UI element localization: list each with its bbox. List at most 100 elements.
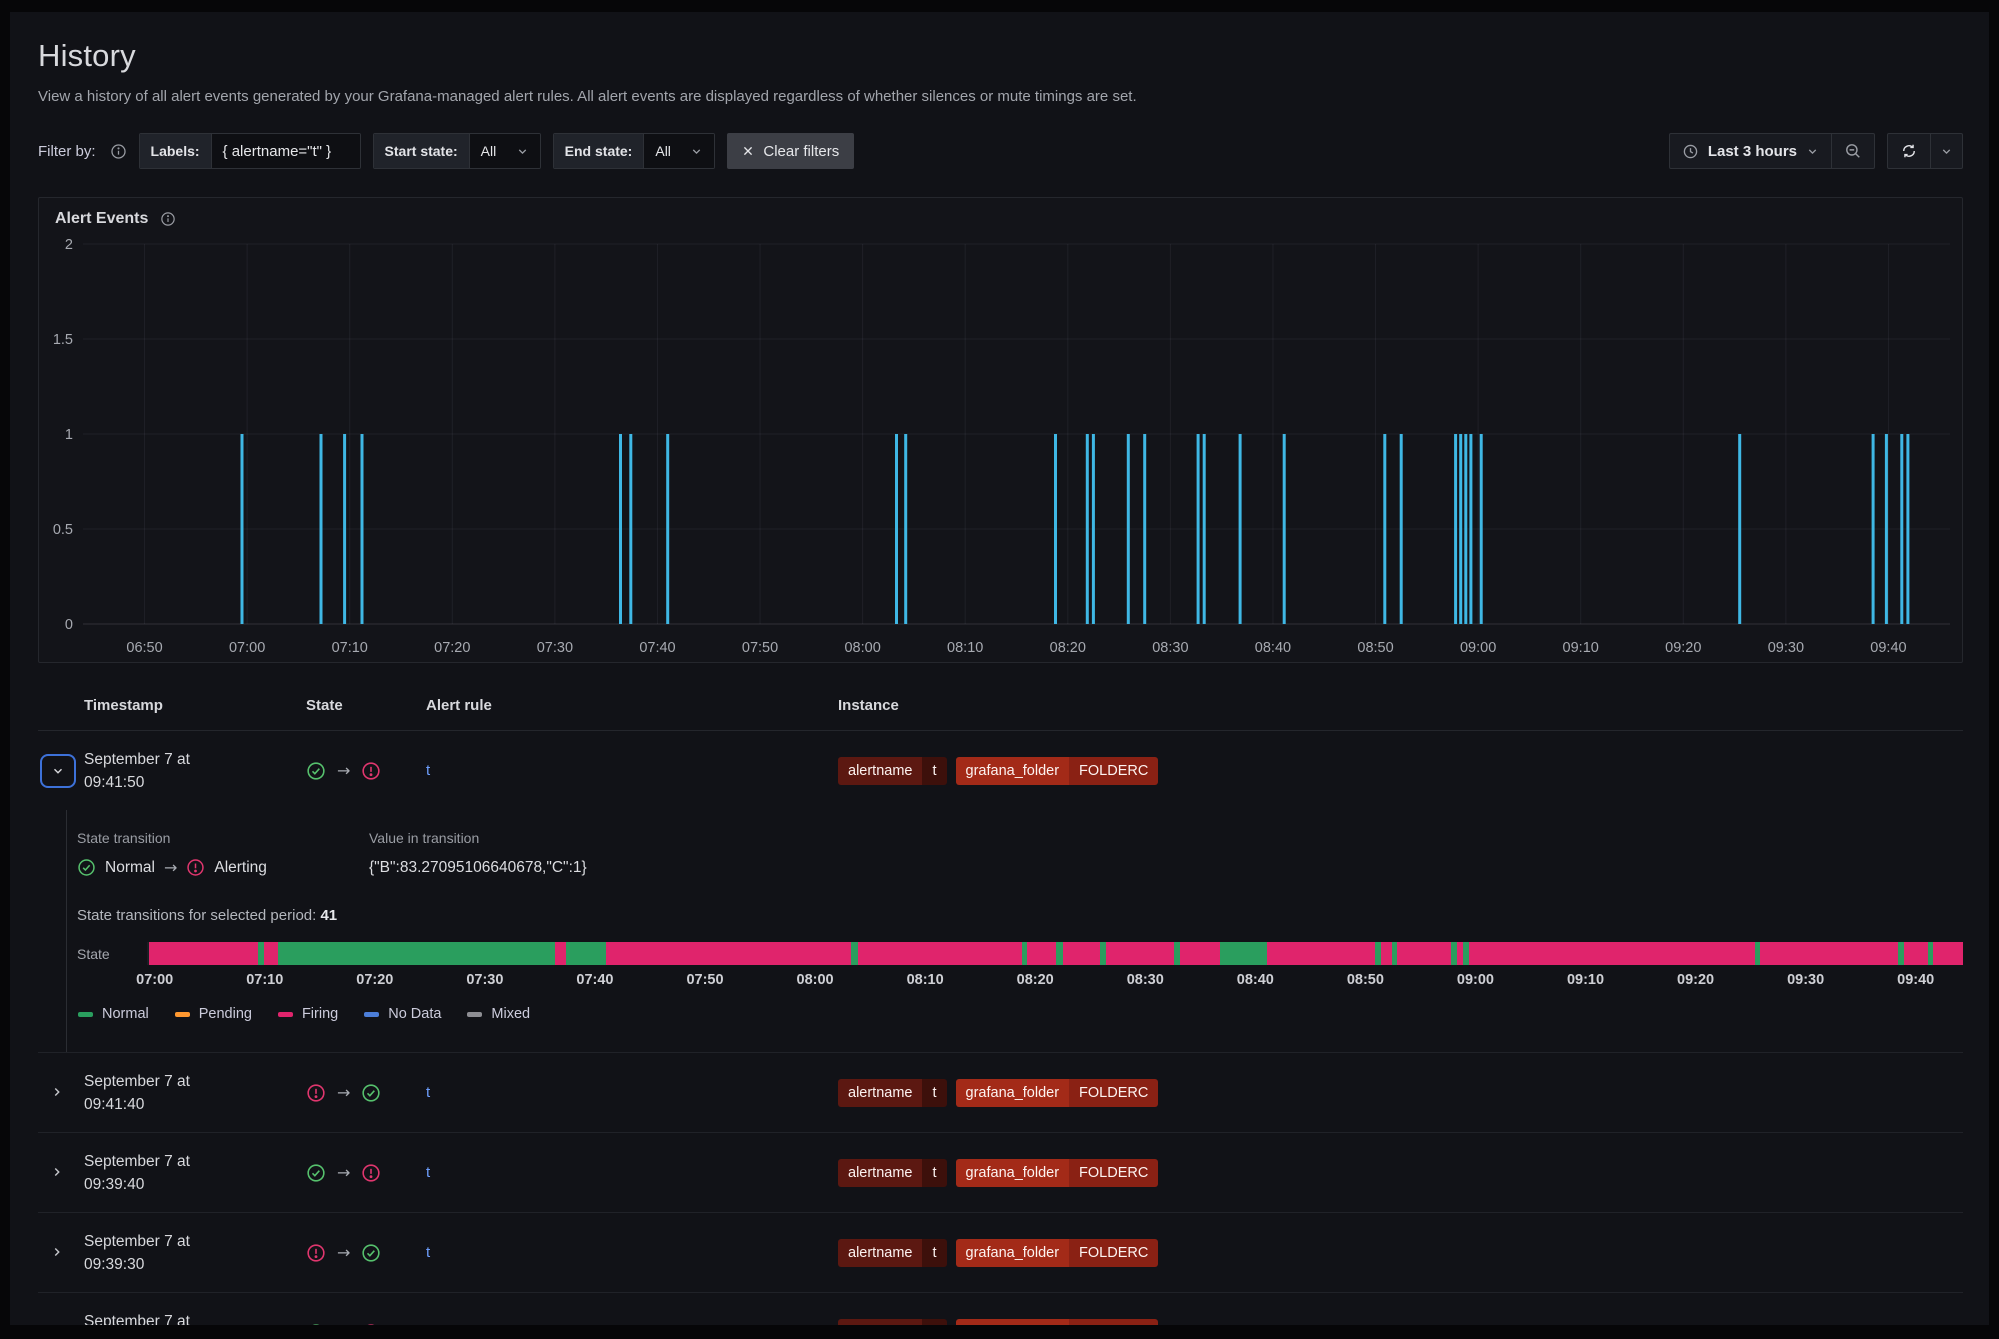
clear-filters-button[interactable]: Clear filters xyxy=(727,133,854,169)
labels-filter-input[interactable]: { alertname="t" } xyxy=(212,134,360,168)
timeline-tick: 07:10 xyxy=(246,972,283,988)
svg-text:09:10: 09:10 xyxy=(1563,640,1599,656)
alert-rule-link[interactable]: t xyxy=(426,762,430,779)
clear-filters-label: Clear filters xyxy=(763,143,839,160)
row-timestamp: September 7 at09:41:40 xyxy=(84,1070,306,1116)
alert-events-table: Timestamp State Alert rule Instance Sept… xyxy=(38,691,1963,1325)
timeline-tick: 08:50 xyxy=(1347,972,1384,988)
end-state-select[interactable]: All xyxy=(644,134,714,168)
filter-by-label: Filter by: xyxy=(38,143,96,160)
check-circle-icon xyxy=(361,1083,381,1103)
row-instance-labels: alertnamet grafana_folderFOLDERC xyxy=(838,1159,1963,1187)
timeline-tick: 07:00 xyxy=(136,972,173,988)
row-state-transition: → xyxy=(306,761,426,781)
timeline-tick: 09:40 xyxy=(1897,972,1934,988)
expand-row-button[interactable] xyxy=(44,1321,70,1325)
timeline-tick: 09:10 xyxy=(1567,972,1604,988)
svg-text:2: 2 xyxy=(65,237,73,253)
label-chip: alertnamet xyxy=(838,1159,947,1187)
arrow-right-icon: → xyxy=(164,858,177,877)
timeline-tick: 08:00 xyxy=(797,972,834,988)
table-row: September 7 at09:41:40 → t alertnamet gr… xyxy=(38,1052,1963,1132)
timeline-segment-normal xyxy=(278,942,555,965)
refresh-interval-dropdown[interactable] xyxy=(1931,134,1962,168)
svg-text:08:00: 08:00 xyxy=(844,640,880,656)
chevron-right-icon xyxy=(50,1245,64,1259)
expand-row-button[interactable] xyxy=(44,1241,70,1263)
row-instance-labels: alertnamet grafana_folderFOLDERC xyxy=(838,1079,1963,1107)
table-row: September 7 at09:41:50 → t alertnamet gr… xyxy=(38,730,1963,810)
timeline-tick: 09:20 xyxy=(1677,972,1714,988)
alert-events-panel: Alert Events 06:5007:0007:1007:2007:3007… xyxy=(38,197,1963,663)
timeline-tick: 08:20 xyxy=(1017,972,1054,988)
row-timestamp: September 7 at09:39:30 xyxy=(84,1230,306,1276)
start-state-filter-group: Start state: All xyxy=(373,133,541,169)
expand-row-button[interactable] xyxy=(44,1161,70,1183)
row-timestamp: September 7 at09:38:20 xyxy=(84,1310,306,1326)
timeline-ticks: 07:0007:1007:2007:3007:4007:5008:0008:10… xyxy=(147,972,1963,996)
alert-rule-link[interactable]: t xyxy=(426,1084,430,1101)
refresh-button[interactable] xyxy=(1888,134,1930,168)
svg-text:08:30: 08:30 xyxy=(1152,640,1188,656)
legend-item: Mixed xyxy=(467,1006,530,1022)
exclamation-circle-icon xyxy=(361,1323,381,1326)
timeline-segment-firing xyxy=(1180,942,1220,965)
alert-rule-link[interactable]: t xyxy=(426,1244,430,1261)
timeline-segment-firing xyxy=(1933,942,1963,965)
alert-events-chart[interactable]: 06:5007:0007:1007:2007:3007:4007:5008:00… xyxy=(39,230,1962,662)
collapse-row-button[interactable] xyxy=(40,754,76,788)
label-chip: grafana_folderFOLDERC xyxy=(956,1319,1159,1326)
svg-text:09:30: 09:30 xyxy=(1768,640,1804,656)
legend-item: No Data xyxy=(364,1006,441,1022)
svg-text:08:10: 08:10 xyxy=(947,640,983,656)
time-range-label: Last 3 hours xyxy=(1708,143,1797,160)
start-state-select[interactable]: All xyxy=(470,134,540,168)
timeline-segment-firing xyxy=(1760,942,1898,965)
timeline-segment-firing xyxy=(1397,942,1451,965)
check-circle-icon xyxy=(306,1323,326,1326)
exclamation-circle-icon xyxy=(361,1163,381,1183)
check-circle-icon xyxy=(361,1243,381,1263)
check-circle-icon xyxy=(306,1163,326,1183)
value-in-transition-label: Value in transition xyxy=(369,830,1963,846)
arrow-right-icon: → xyxy=(337,761,350,780)
page-title: History xyxy=(38,38,1963,74)
legend-swatch xyxy=(364,1012,379,1017)
timeline-segment-firing xyxy=(858,942,1022,965)
search-minus-icon xyxy=(1844,142,1862,160)
alert-rule-link[interactable]: t xyxy=(426,1324,430,1326)
exclamation-circle-icon xyxy=(306,1243,326,1263)
zoom-out-button[interactable] xyxy=(1832,134,1874,168)
timeline-tick: 09:30 xyxy=(1787,972,1824,988)
legend-swatch xyxy=(78,1012,93,1017)
table-row: September 7 at09:39:30 → t alertnamet gr… xyxy=(38,1212,1963,1292)
label-chip: alertnamet xyxy=(838,1239,947,1267)
label-chip: grafana_folderFOLDERC xyxy=(956,757,1159,785)
timeline-segment-firing xyxy=(1063,942,1100,965)
row-instance-labels: alertnamet grafana_folderFOLDERC xyxy=(838,757,1963,785)
value-in-transition: {"B":83.27095106640678,"C":1} xyxy=(369,858,1963,877)
state-timeline-bar[interactable] xyxy=(147,942,1963,965)
timeline-segment-firing xyxy=(1904,942,1928,965)
expanded-row-detail: State transition Value in transition Nor… xyxy=(66,810,1963,1052)
chevron-right-icon xyxy=(50,1085,64,1099)
svg-text:07:20: 07:20 xyxy=(434,640,470,656)
label-chip: grafana_folderFOLDERC xyxy=(956,1079,1159,1107)
legend-swatch xyxy=(467,1012,482,1017)
svg-text:07:40: 07:40 xyxy=(639,640,675,656)
state-transition-label: State transition xyxy=(77,830,369,846)
exclamation-circle-icon xyxy=(186,858,205,877)
end-state-value: All xyxy=(655,143,671,159)
timeline-tick: 08:30 xyxy=(1127,972,1164,988)
timeline-segment-firing xyxy=(1469,942,1755,965)
timeline-segment-normal xyxy=(851,942,858,965)
history-page: History View a history of all alert even… xyxy=(10,12,1989,1325)
alert-rule-link[interactable]: t xyxy=(426,1164,430,1181)
expand-row-button[interactable] xyxy=(44,1081,70,1103)
chevron-down-icon xyxy=(51,764,65,778)
end-state-filter-group: End state: All xyxy=(553,133,716,169)
arrow-right-icon: → xyxy=(337,1323,350,1325)
timeline-tick: 08:10 xyxy=(907,972,944,988)
time-range-picker[interactable]: Last 3 hours xyxy=(1670,134,1831,168)
filter-bar: Filter by: Labels: { alertname="t" } Sta… xyxy=(38,131,1963,171)
